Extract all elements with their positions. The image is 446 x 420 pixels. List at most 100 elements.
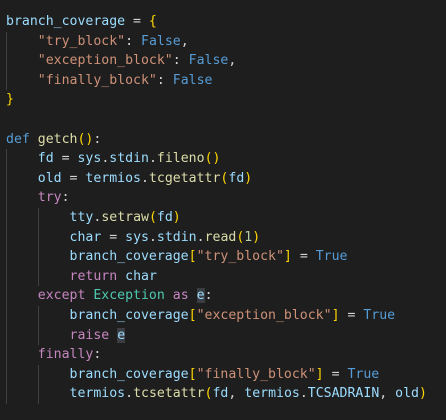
code-token: "exception_block" [196, 308, 332, 323]
code-line[interactable]: char = sys.stdin.read(1) [6, 228, 261, 248]
code-token: , [379, 386, 396, 402]
code-token: = [53, 151, 78, 167]
code-line[interactable]: old = termios.tcgetattr(fd) [6, 169, 252, 189]
code-line[interactable]: "try_block": False, [6, 32, 189, 52]
code-token: read [204, 229, 237, 245]
code-line[interactable]: except Exception as e: [6, 286, 213, 306]
code-token: ) [418, 386, 427, 402]
code-token: : [156, 72, 173, 88]
code-token: ] [331, 308, 340, 323]
code-token: fd [156, 210, 173, 225]
code-token: ) [172, 210, 181, 225]
code-token: ( [148, 210, 157, 225]
code-token: fd [212, 386, 229, 402]
code-token: finally [37, 347, 94, 363]
code-token: [ [188, 249, 197, 265]
code-token: "exception_block" [37, 53, 173, 69]
code-token: as [172, 288, 189, 304]
code-token: . [141, 170, 149, 186]
code-token: "try_block" [37, 33, 126, 49]
code-token: tty [69, 210, 94, 225]
code-token: = [291, 249, 316, 265]
code-token: } [6, 92, 14, 108]
code-token: raise [69, 327, 110, 343]
code-token: termios [244, 386, 300, 402]
code-token: : [125, 33, 141, 49]
code-token: : [172, 53, 189, 69]
code-line[interactable]: branch_coverage["exception_block"] = Tru… [6, 306, 396, 326]
code-token: try [37, 190, 62, 206]
code-token: tcgetattr [148, 170, 221, 186]
code-token: Exception [93, 288, 165, 304]
code-token: ) [244, 170, 253, 186]
code-line[interactable]: termios.tcsetattr(fd, termios.TCSADRAIN,… [6, 384, 427, 404]
code-token: "try_block" [196, 249, 284, 265]
code-token: sys [77, 151, 102, 167]
code-line[interactable]: "finally_block": False [6, 71, 213, 91]
code-token: e [196, 288, 205, 304]
code-token: . [125, 386, 134, 402]
code-token: . [148, 229, 157, 245]
code-token: def [6, 131, 30, 147]
code-line[interactable]: branch_coverage["try_block"] = True [6, 247, 348, 267]
code-token: . [148, 151, 157, 167]
code-line[interactable]: } [6, 90, 14, 110]
code-token: . [299, 386, 308, 402]
code-token: sys [125, 229, 149, 245]
code-token: ] [283, 249, 292, 265]
code-token: "finally_block" [196, 366, 316, 382]
code-token: [ [188, 308, 197, 323]
code-line[interactable]: raise e [6, 326, 126, 346]
code-token: TCSADRAIN [307, 386, 380, 402]
code-token: "finally_block" [37, 72, 157, 88]
code-token: except [37, 288, 86, 304]
code-token: termios [85, 170, 141, 186]
code-line[interactable]: tty.setraw(fd) [6, 208, 181, 228]
code-line[interactable]: "exception_block": False, [6, 51, 237, 71]
code-token: e [117, 327, 126, 343]
code-token: () [77, 131, 94, 147]
code-token: return [69, 268, 118, 284]
code-line[interactable]: finally: [6, 345, 102, 365]
code-line[interactable]: def getch(): [6, 130, 101, 150]
code-token: = [323, 366, 348, 382]
code-token: stdin [156, 229, 197, 245]
code-editor[interactable]: branch_coverage = { "try_block": False, … [0, 0, 446, 420]
code-token: char [69, 229, 102, 245]
code-token: False [172, 72, 213, 88]
code-line[interactable]: try: [6, 188, 70, 208]
code-token: : [61, 190, 70, 206]
code-token: , [228, 386, 245, 402]
code-line[interactable]: return char [6, 267, 157, 287]
code-line[interactable]: branch_coverage = { [6, 12, 157, 32]
code-token: [ [188, 366, 197, 382]
code-token: fd [228, 170, 245, 186]
code-line[interactable]: fd = sys.stdin.fileno() [6, 149, 221, 169]
code-token: getch [37, 131, 78, 147]
code-token: = [125, 14, 149, 29]
code-token: : [93, 131, 102, 147]
code-token: : [204, 288, 213, 304]
code-token: { [148, 14, 157, 29]
code-line[interactable]: branch_coverage["finally_block"] = True [6, 365, 380, 385]
code-token: ] [315, 366, 324, 382]
code-token: old [37, 170, 62, 186]
code-token: , [228, 53, 237, 69]
code-token: True [347, 366, 380, 382]
code-token: . [196, 229, 205, 245]
